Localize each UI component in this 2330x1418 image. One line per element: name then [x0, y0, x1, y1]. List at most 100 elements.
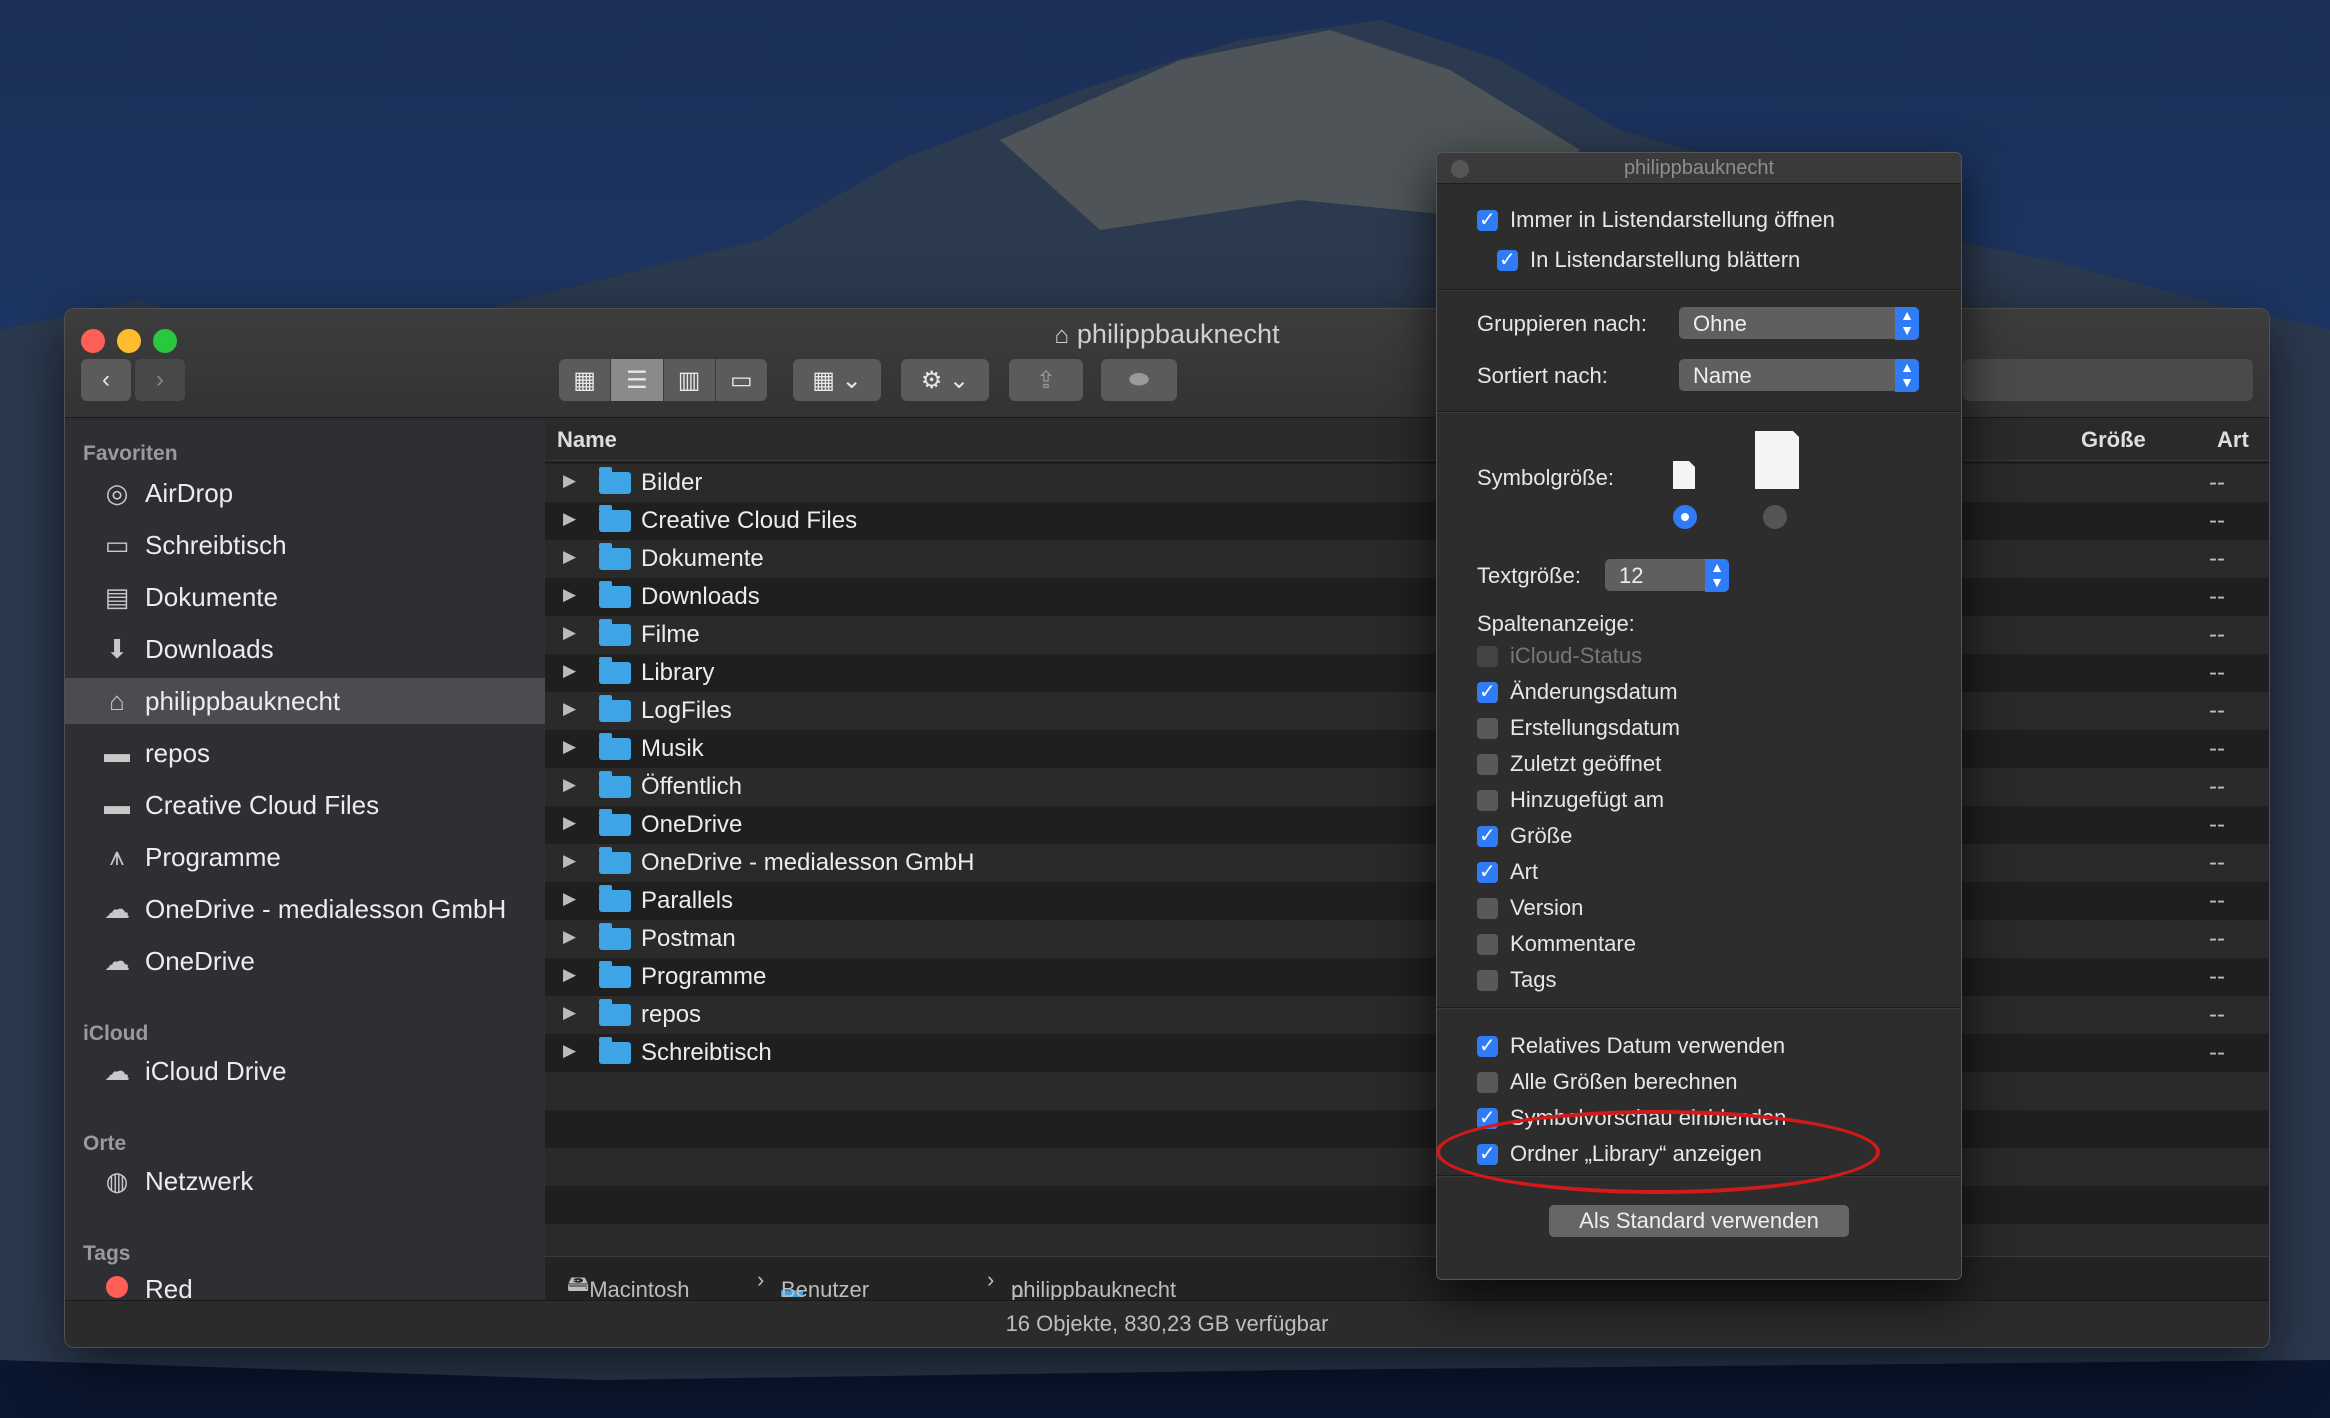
checkbox-box	[1477, 859, 1498, 884]
checkbox-column[interactable]: Tags	[1477, 967, 1556, 993]
disclosure-triangle-icon[interactable]: ▶	[563, 547, 576, 567]
row-name: Filme	[641, 621, 700, 648]
disclosure-triangle-icon[interactable]: ▶	[563, 965, 576, 985]
sidebar-item-downloads[interactable]: ⬇ Downloads	[65, 626, 545, 672]
row-name: OneDrive - medialesson GmbH	[641, 849, 975, 876]
disclosure-triangle-icon[interactable]: ▶	[563, 699, 576, 719]
share-button[interactable]: ⇪	[1009, 359, 1083, 401]
sidebar-item-documents[interactable]: ▤ Dokumente	[65, 574, 545, 620]
table-row[interactable]: ▶Downloads--Ordne	[545, 578, 2269, 616]
table-row[interactable]: ▶Musik--Ordne	[545, 730, 2269, 768]
checkbox-option[interactable]: Relatives Datum verwenden	[1477, 1033, 1785, 1059]
sort-by-select[interactable]: Name ▲ ▼	[1679, 359, 1919, 392]
sidebar-item-network[interactable]: ◍ Netzwerk	[65, 1158, 545, 1204]
text-size-select[interactable]: 12 ▲ ▼	[1605, 559, 1729, 592]
table-row[interactable]: ▶Öffentlich--Ordne	[545, 768, 2269, 806]
table-row[interactable]: ▶Programme--Ordne	[545, 958, 2269, 996]
disclosure-triangle-icon[interactable]: ▶	[563, 623, 576, 643]
sidebar-item-onedrive[interactable]: ☁ OneDrive	[65, 938, 545, 984]
table-row[interactable]: ▶Creative Cloud Files--Ordne	[545, 502, 2269, 540]
table-row[interactable]: ▶LogFiles--Ordne	[545, 692, 2269, 730]
row-name: OneDrive	[641, 811, 743, 838]
column-header-kind[interactable]: Art	[2217, 427, 2249, 453]
group-button[interactable]: ▦ ⌄	[793, 359, 881, 401]
checkbox-browse-list[interactable]: In Listendarstellung blättern	[1497, 247, 1800, 273]
disclosure-triangle-icon[interactable]: ▶	[563, 737, 576, 757]
row-size: --	[2209, 773, 2225, 800]
table-row[interactable]: ▶Library--Ordne	[545, 654, 2269, 692]
table-row[interactable]: ▶Filme--Ordne	[545, 616, 2269, 654]
disclosure-triangle-icon[interactable]: ▶	[563, 1003, 576, 1023]
path-bar: 🖴 Macintosh HD › ▬ Benutzer › ⌂ philippb…	[545, 1256, 2269, 1328]
folder-icon: ▬	[104, 789, 130, 820]
disclosure-triangle-icon[interactable]: ▶	[563, 775, 576, 795]
sidebar-item-repos[interactable]: ▬ repos	[65, 730, 545, 776]
row-size: --	[2209, 659, 2225, 686]
checkbox-box	[1497, 247, 1518, 272]
disclosure-triangle-icon[interactable]: ▶	[563, 471, 576, 491]
disclosure-triangle-icon[interactable]: ▶	[563, 1041, 576, 1061]
table-row[interactable]: ▶Bilder--Ordne	[545, 464, 2269, 502]
disclosure-triangle-icon[interactable]: ▶	[563, 813, 576, 833]
table-row[interactable]: ▶Postman--Ordne	[545, 920, 2269, 958]
list-view-button[interactable]: ☰	[611, 359, 664, 401]
sidebar-item-icloud-drive[interactable]: ☁ iCloud Drive	[65, 1048, 545, 1094]
disclosure-triangle-icon[interactable]: ▶	[563, 927, 576, 947]
icon-view-button[interactable]: ▦	[559, 359, 612, 401]
sidebar-section-places: Orte	[83, 1132, 127, 1155]
column-header-size[interactable]: Größe	[2081, 427, 2146, 453]
disclosure-triangle-icon[interactable]: ▶	[563, 585, 576, 605]
table-row[interactable]: ▶Parallels--Ordne	[545, 882, 2269, 920]
checkbox-box	[1477, 897, 1498, 919]
checkbox-column[interactable]: Version	[1477, 895, 1583, 921]
folder-icon	[599, 999, 631, 1026]
row-name: Downloads	[641, 583, 760, 610]
table-row[interactable]: ▶OneDrive - medialesson GmbH--Ordne	[545, 844, 2269, 882]
column-view-button[interactable]: ▥	[664, 359, 716, 401]
checkbox-box	[1477, 645, 1498, 667]
home-icon: ⌂	[109, 685, 125, 716]
group-by-select[interactable]: Ohne ▲ ▼	[1679, 307, 1919, 340]
column-header-name[interactable]: Name	[557, 427, 617, 453]
icon-size-large-radio[interactable]	[1763, 505, 1787, 529]
back-button[interactable]: ‹	[81, 359, 131, 401]
folder-icon	[599, 581, 631, 608]
cloud-icon: ☁	[104, 893, 130, 924]
action-button[interactable]: ⚙ ⌄	[901, 359, 989, 401]
table-row[interactable]: ▶OneDrive--Ordne	[545, 806, 2269, 844]
table-row[interactable]: ▶repos--Ordne	[545, 996, 2269, 1034]
sidebar-item-creative-cloud[interactable]: ▬ Creative Cloud Files	[65, 782, 545, 828]
sidebar-item-desktop[interactable]: ▭ Schreibtisch	[65, 522, 545, 568]
checkbox-column[interactable]: Kommentare	[1477, 931, 1636, 957]
disclosure-triangle-icon[interactable]: ▶	[563, 661, 576, 681]
gear-icon: ⚙ ⌄	[920, 366, 970, 394]
disclosure-triangle-icon[interactable]: ▶	[563, 851, 576, 871]
checkbox-column[interactable]: Größe	[1477, 823, 1572, 849]
large-icon-preview	[1755, 431, 1799, 489]
row-name: Programme	[641, 963, 767, 990]
checkbox-option[interactable]: Alle Größen berechnen	[1477, 1069, 1737, 1095]
tag-button[interactable]: ⬬	[1101, 359, 1177, 401]
disclosure-triangle-icon[interactable]: ▶	[563, 889, 576, 909]
disclosure-triangle-icon[interactable]: ▶	[563, 509, 576, 529]
empty-row	[545, 1186, 2269, 1224]
checkbox-column[interactable]: Erstellungsdatum	[1477, 715, 1680, 741]
checkbox-box	[1477, 1033, 1498, 1058]
forward-button[interactable]: ›	[135, 359, 185, 401]
search-field[interactable]	[1963, 359, 2253, 401]
checkbox-column[interactable]: Art	[1477, 859, 1538, 885]
panel-close-button[interactable]	[1451, 160, 1469, 178]
gallery-view-button[interactable]: ▭	[716, 359, 767, 401]
table-row[interactable]: ▶Schreibtisch--Ordne	[545, 1034, 2269, 1072]
checkbox-column[interactable]: Zuletzt geöffnet	[1477, 751, 1661, 777]
sidebar-item-onedrive-medialesson[interactable]: ☁ OneDrive - medialesson GmbH	[65, 886, 545, 932]
table-row[interactable]: ▶Dokumente--Ordne	[545, 540, 2269, 578]
sidebar-item-home[interactable]: ⌂ philippbauknecht	[65, 678, 545, 724]
icon-size-small-radio[interactable]	[1673, 505, 1697, 529]
checkbox-column[interactable]: Hinzugefügt am	[1477, 787, 1664, 813]
sidebar-item-applications[interactable]: ⩚ Programme	[65, 834, 545, 880]
checkbox-column[interactable]: Änderungsdatum	[1477, 679, 1678, 705]
checkbox-always-list[interactable]: Immer in Listendarstellung öffnen	[1477, 207, 1835, 233]
use-as-default-button[interactable]: Als Standard verwenden	[1549, 1205, 1849, 1237]
sidebar-item-airdrop[interactable]: ◎ AirDrop	[65, 470, 545, 516]
